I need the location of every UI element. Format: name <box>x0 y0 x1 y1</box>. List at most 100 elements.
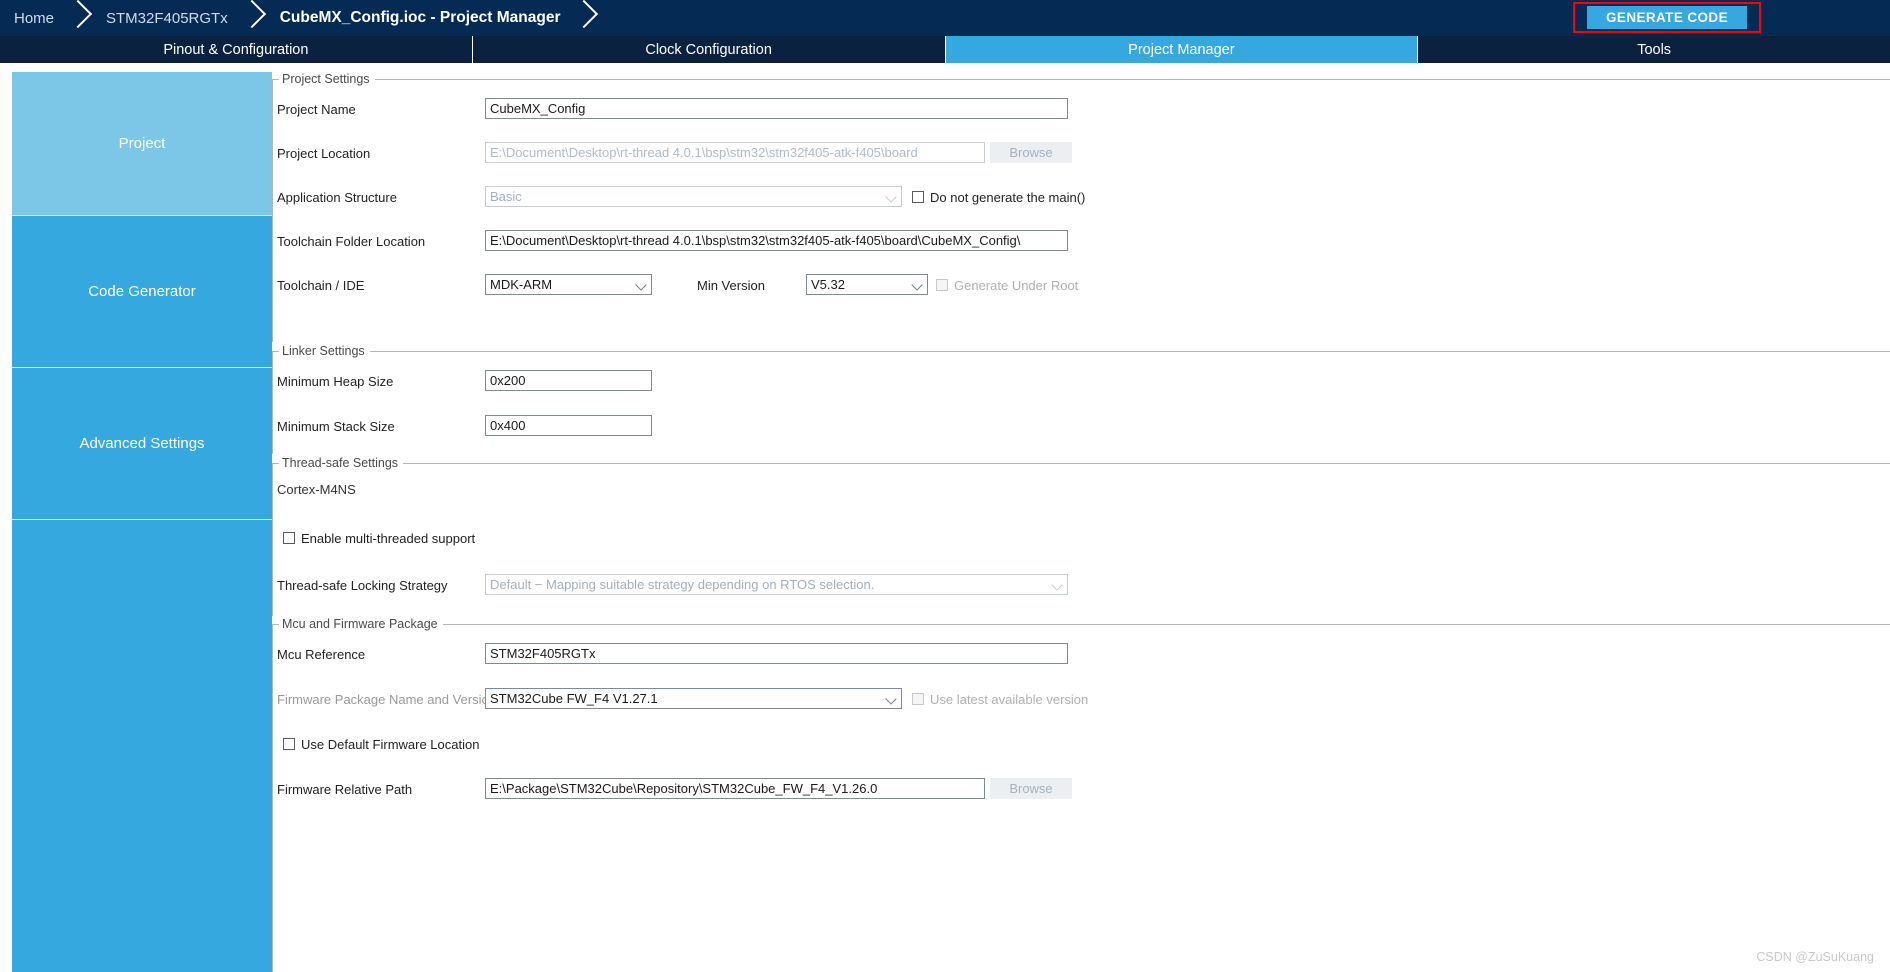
firmware-relative-path-input[interactable]: E:\Package\STM32Cube\Repository\STM32Cub… <box>485 778 985 799</box>
app-window: Home STM32F405RGTx CubeMX_Config.ioc - P… <box>0 0 1890 972</box>
row-minimum-stack-size: Minimum Stack Size 0x400 <box>273 415 1890 437</box>
checkbox-box-icon <box>912 191 924 203</box>
tab-label: Project Manager <box>1128 41 1235 58</box>
group-legend-project-settings: Project Settings <box>282 72 370 86</box>
sidebar-item-label: Project <box>118 135 166 152</box>
group-legend-linker-settings: Linker Settings <box>282 344 365 358</box>
checkbox-box-icon <box>283 738 295 750</box>
generate-under-root-checkbox[interactable]: Generate Under Root <box>936 274 1078 296</box>
sidebar-item-advanced-settings[interactable]: Advanced Settings <box>12 368 272 520</box>
chevron-down-icon <box>1051 578 1064 591</box>
group-legend-mcu-firmware-package: Mcu and Firmware Package <box>282 617 438 631</box>
tab-pinout-configuration[interactable]: Pinout & Configuration <box>0 36 473 63</box>
project-location-label: Project Location <box>277 145 371 161</box>
breadcrumb-label: Home <box>14 9 55 27</box>
project-name-label: Project Name <box>277 101 356 117</box>
toolchain-ide-select[interactable]: MDK-ARM <box>485 274 652 295</box>
firmware-package-label: Firmware Package Name and Version <box>277 691 496 707</box>
project-name-input[interactable]: CubeMX_Config <box>485 98 1068 119</box>
breadcrumb-chevron-icon <box>572 0 598 36</box>
min-version-label: Min Version <box>697 277 765 293</box>
tab-project-manager[interactable]: Project Manager <box>945 36 1419 63</box>
group-linker-settings: Linker Settings Minimum Heap Size 0x200 … <box>272 344 1890 454</box>
row-firmware-package: Firmware Package Name and Version STM32C… <box>273 688 1890 710</box>
use-latest-available-version-label: Use latest available version <box>930 691 1089 707</box>
sidebar-item-label: Advanced Settings <box>79 435 205 452</box>
firmware-package-select[interactable]: STM32Cube FW_F4 V1.27.1 <box>485 688 902 709</box>
row-project-location: Project Location E:\Document\Desktop\rt-… <box>273 142 1890 164</box>
checkbox-box-icon <box>912 693 924 705</box>
breadcrumb-item-current[interactable]: CubeMX_Config.ioc - Project Manager <box>266 0 561 36</box>
thread-safe-locking-strategy-label: Thread-safe Locking Strategy <box>277 577 448 593</box>
minimum-heap-size-label: Minimum Heap Size <box>277 373 394 389</box>
enable-multithreaded-support-label: Enable multi-threaded support <box>301 530 476 546</box>
toolchain-folder-location-label: Toolchain Folder Location <box>277 233 426 249</box>
min-version-value: V5.32 <box>811 277 845 292</box>
chevron-down-icon <box>911 278 924 291</box>
toolchain-folder-location-input[interactable]: E:\Document\Desktop\rt-thread 4.0.1\bsp\… <box>485 230 1068 251</box>
breadcrumb-item-home[interactable]: Home <box>0 0 54 36</box>
tab-clock-configuration[interactable]: Clock Configuration <box>472 36 946 63</box>
do-not-generate-main-label: Do not generate the main() <box>930 189 1086 205</box>
application-structure-label: Application Structure <box>277 189 397 205</box>
project-location-input[interactable]: E:\Document\Desktop\rt-thread 4.0.1\bsp\… <box>485 142 985 163</box>
use-default-firmware-location-checkbox[interactable]: Use Default Firmware Location <box>283 733 479 755</box>
tab-label: Pinout & Configuration <box>163 41 309 58</box>
application-structure-value: Basic <box>490 189 522 204</box>
thread-safe-locking-strategy-select[interactable]: Default − Mapping suitable strategy depe… <box>485 574 1068 595</box>
row-toolchain-folder-location: Toolchain Folder Location E:\Document\De… <box>273 230 1890 252</box>
mcu-reference-label: Mcu Reference <box>277 646 366 662</box>
minimum-heap-size-input[interactable]: 0x200 <box>485 370 652 391</box>
minimum-stack-size-label: Minimum Stack Size <box>277 418 395 434</box>
use-default-firmware-location-label: Use Default Firmware Location <box>301 736 480 752</box>
checkbox-box-icon <box>283 532 295 544</box>
sidebar-item-label: Code Generator <box>88 283 196 300</box>
breadcrumb-chevron-icon <box>240 0 266 36</box>
row-toolchain-ide: Toolchain / IDE MDK-ARM Min Version V5.3… <box>273 274 1890 296</box>
enable-multithreaded-support-checkbox[interactable]: Enable multi-threaded support <box>283 527 475 549</box>
row-mcu-reference: Mcu Reference STM32F405RGTx <box>273 643 1890 665</box>
firmware-relative-path-label: Firmware Relative Path <box>277 781 413 797</box>
breadcrumb-item-mcu[interactable]: STM32F405RGTx <box>92 0 228 36</box>
do-not-generate-main-checkbox[interactable]: Do not generate the main() <box>912 186 1085 208</box>
row-thread-safe-locking-strategy: Thread-safe Locking Strategy Default − M… <box>273 574 1890 596</box>
generate-under-root-label: Generate Under Root <box>954 277 1079 293</box>
project-location-browse-button[interactable]: Browse <box>990 142 1072 163</box>
generate-code-highlight: GENERATE CODE <box>1573 2 1761 33</box>
sidebar: Project Code Generator Advanced Settings <box>12 72 272 972</box>
breadcrumb-bar: Home STM32F405RGTx CubeMX_Config.ioc - P… <box>0 0 1890 36</box>
group-project-settings: Project Settings Project Name CubeMX_Con… <box>272 72 1890 342</box>
core-label: Cortex-M4NS <box>277 482 356 497</box>
tab-tools[interactable]: Tools <box>1418 36 1890 63</box>
use-latest-available-version-checkbox[interactable]: Use latest available version <box>912 688 1088 710</box>
row-minimum-heap-size: Minimum Heap Size 0x200 <box>273 370 1890 392</box>
sidebar-item-code-generator[interactable]: Code Generator <box>12 216 272 368</box>
chevron-down-icon <box>885 692 898 705</box>
min-version-select[interactable]: V5.32 <box>806 274 928 295</box>
mcu-reference-input[interactable]: STM32F405RGTx <box>485 643 1068 664</box>
group-thread-safe-settings: Thread-safe Settings Cortex-M4NS Enable … <box>272 456 1890 616</box>
breadcrumb-chevron-icon <box>66 0 92 36</box>
group-legend-thread-safe-settings: Thread-safe Settings <box>282 456 399 470</box>
firmware-relative-path-browse-button[interactable]: Browse <box>990 778 1072 799</box>
checkbox-box-icon <box>936 279 948 291</box>
firmware-package-value: STM32Cube FW_F4 V1.27.1 <box>490 691 658 706</box>
generate-code-button[interactable]: GENERATE CODE <box>1587 6 1747 29</box>
project-manager-panel: Project Settings Project Name CubeMX_Con… <box>272 72 1890 972</box>
sidebar-filler <box>12 520 272 972</box>
main-tabbar: Pinout & Configuration Clock Configurati… <box>0 36 1890 63</box>
minimum-stack-size-input[interactable]: 0x400 <box>485 415 652 436</box>
row-firmware-relative-path: Firmware Relative Path E:\Package\STM32C… <box>273 778 1890 800</box>
chevron-down-icon <box>635 278 648 291</box>
toolchain-ide-value: MDK-ARM <box>490 277 553 292</box>
tab-label: Tools <box>1637 41 1672 58</box>
application-structure-select[interactable]: Basic <box>485 186 902 207</box>
thread-safe-locking-strategy-value: Default − Mapping suitable strategy depe… <box>490 577 875 592</box>
tab-label: Clock Configuration <box>645 41 772 58</box>
breadcrumb-label: STM32F405RGTx <box>106 9 228 27</box>
row-application-structure: Application Structure Basic Do not gener… <box>273 186 1890 208</box>
chevron-down-icon <box>885 190 898 203</box>
sidebar-item-project[interactable]: Project <box>12 72 272 216</box>
toolchain-ide-label: Toolchain / IDE <box>277 277 365 293</box>
watermark: CSDN @ZuSuKuang <box>1756 950 1874 964</box>
